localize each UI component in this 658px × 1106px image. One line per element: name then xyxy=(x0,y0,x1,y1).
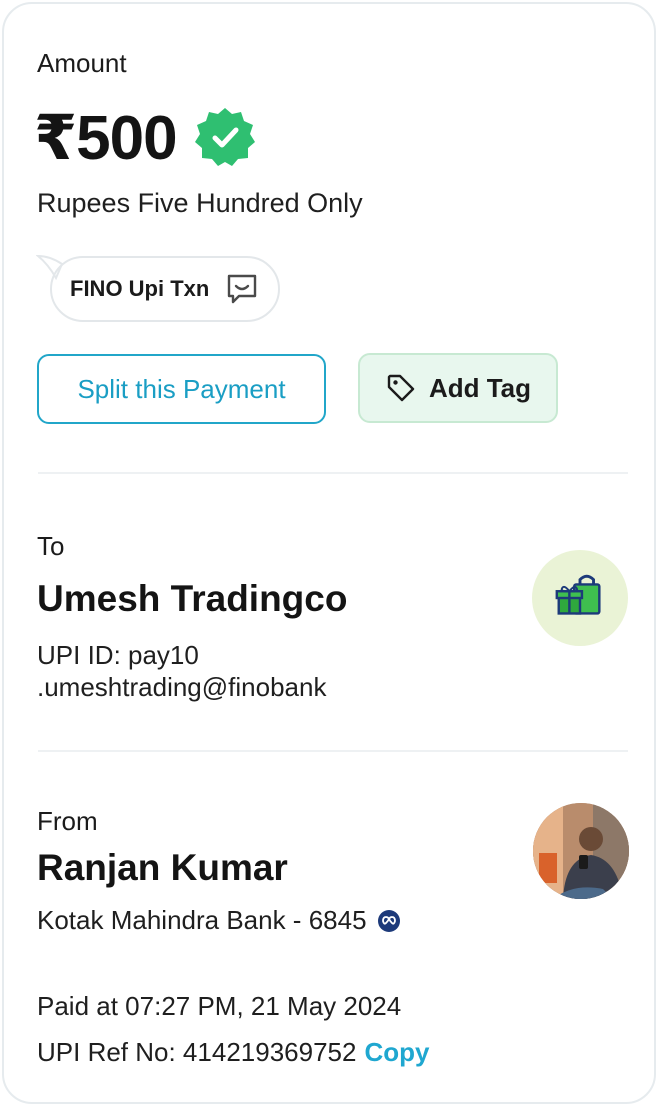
add-tag-label: Add Tag xyxy=(428,372,532,403)
add-tag-button[interactable]: Add Tag xyxy=(358,353,558,423)
divider xyxy=(38,750,628,752)
from-label: From xyxy=(37,806,98,836)
amount-in-words: Rupees Five Hundred Only xyxy=(37,188,363,218)
payee-upi-id: UPI ID: pay10 .umeshtrading@finobank xyxy=(37,639,457,703)
split-payment-button[interactable]: Split this Payment xyxy=(37,354,326,424)
shopping-gift-icon xyxy=(555,574,601,615)
upi-id-line-1: UPI ID: pay10 xyxy=(37,640,199,670)
verified-badge-icon xyxy=(193,105,257,169)
tag-icon xyxy=(385,372,417,404)
chat-bubble-icon xyxy=(225,272,259,306)
amount-value: ₹500 xyxy=(34,103,178,173)
upi-link-icon xyxy=(377,909,401,933)
divider xyxy=(38,472,628,474)
paid-timestamp: Paid at 07:27 PM, 21 May 2024 xyxy=(37,991,402,1021)
upi-ref-row: UPI Ref No: 414219369752 Copy xyxy=(37,1037,429,1068)
avatar xyxy=(533,803,629,899)
bank-account: Kotak Mahindra Bank - 6845 xyxy=(37,905,367,935)
payer-name: Ranjan Kumar xyxy=(37,847,288,888)
payer-bank: Kotak Mahindra Bank - 6845 xyxy=(37,905,401,936)
note-text: FINO Upi Txn xyxy=(70,276,210,301)
upi-ref-number: UPI Ref No: 414219369752 xyxy=(37,1037,357,1067)
amount-row: ₹500 xyxy=(34,102,257,173)
merchant-avatar xyxy=(532,550,628,646)
copy-ref-button[interactable]: Copy xyxy=(364,1037,429,1067)
to-label: To xyxy=(37,531,65,561)
upi-id-line-2: .umeshtrading@finobank xyxy=(37,672,327,702)
amount-label: Amount xyxy=(37,48,127,78)
payee-name: Umesh Tradingco xyxy=(37,578,348,619)
transaction-detail-card: Amount ₹500 Rupees Five Hundred Only FIN… xyxy=(2,2,656,1104)
transaction-note: FINO Upi Txn xyxy=(50,256,280,322)
